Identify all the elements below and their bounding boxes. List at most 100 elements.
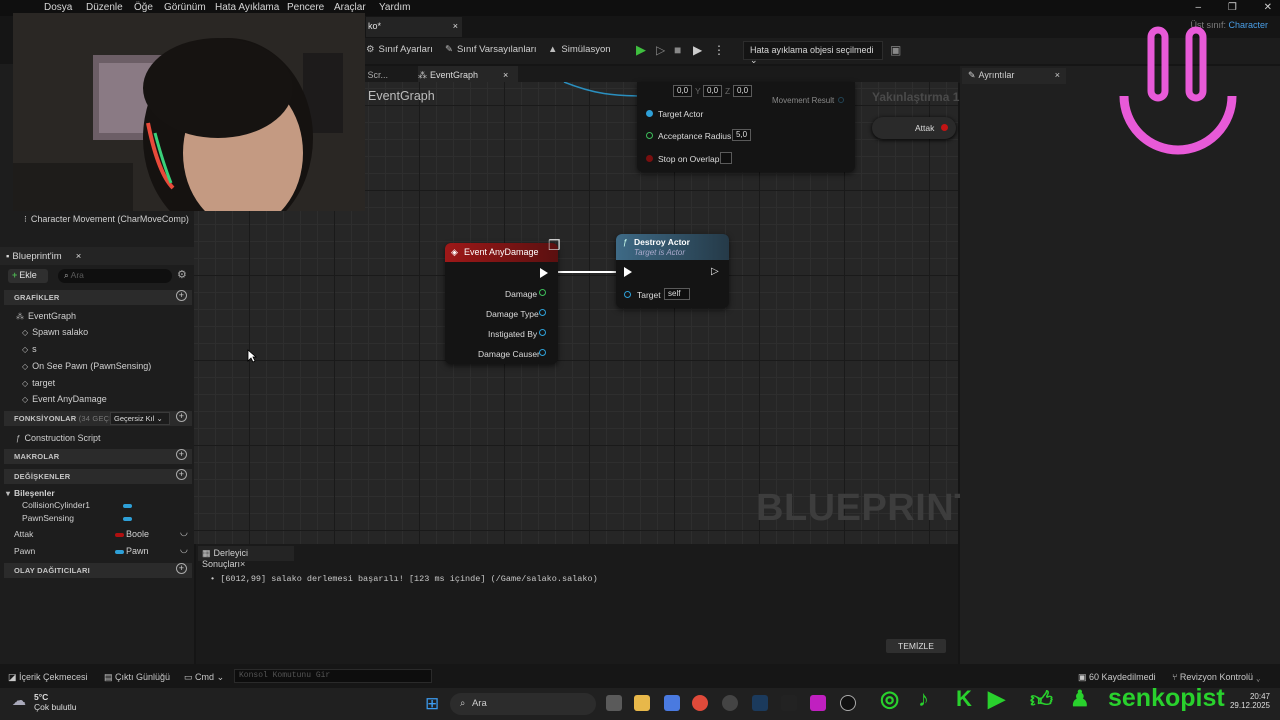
menu-file[interactable]: Dosya <box>44 2 72 13</box>
steam-icon[interactable] <box>752 695 768 711</box>
add-variable-icon[interactable]: + <box>176 469 187 480</box>
restore-button[interactable]: ❐ <box>1228 2 1237 13</box>
acceptance-radius-pin[interactable] <box>646 132 653 139</box>
variable-row[interactable]: PawnSensing <box>22 513 74 523</box>
task-view-icon[interactable] <box>606 695 622 711</box>
taskbar-clock[interactable]: 20:47 29.12.2025 <box>1224 692 1270 710</box>
destroy-actor-node[interactable]: ƒ Destroy Actor Target is Actor ▷ Target… <box>616 234 729 308</box>
my-blueprint-tab[interactable]: ▪ Blueprint'im × <box>6 251 81 262</box>
close-tab-icon[interactable]: × <box>1055 70 1060 80</box>
section-event-dispatchers[interactable]: OLAY DAĞITICILARI + <box>4 563 192 578</box>
variable-row[interactable]: CollisionCylinder1 <box>22 500 90 510</box>
step-icon[interactable]: ▷ <box>656 43 665 57</box>
windows-start-icon[interactable]: ⊞ <box>425 694 439 714</box>
section-macros[interactable]: MAKROLAR + <box>4 449 192 464</box>
variable-type[interactable]: Boole <box>126 529 149 539</box>
exec-output-pin[interactable]: ▷ <box>711 266 719 277</box>
unreal-icon[interactable] <box>840 695 856 711</box>
event-anydamage-node[interactable]: ◈ Event AnyDamage Damage Damage Type Ins… <box>445 243 558 364</box>
class-defaults-button[interactable]: ✎ Sınıf Varsayılanları <box>445 44 537 55</box>
chrome-icon[interactable] <box>692 695 708 711</box>
compiler-results-tab[interactable]: ▦ Derleyici Sonuçları× <box>198 546 294 569</box>
eject-icon[interactable]: ▶ <box>693 43 702 57</box>
close-tab-icon[interactable]: × <box>453 21 458 31</box>
weather-widget[interactable]: ☁ 5°C Çok bulutlu <box>8 692 77 712</box>
menu-view[interactable]: Görünüm <box>164 2 206 13</box>
class-settings-button[interactable]: ⚙ Sınıf Ayarları <box>366 44 433 55</box>
attak-variable-node[interactable]: Attak <box>872 117 956 139</box>
tree-item-function[interactable]: ƒ Construction Script <box>16 433 100 443</box>
epic-games-icon[interactable] <box>781 695 797 711</box>
menu-edit[interactable]: Düzenle <box>86 2 123 13</box>
stop-on-overlap-checkbox[interactable] <box>720 152 732 164</box>
tree-item-event[interactable]: ◇ On See Pawn (PawnSensing) <box>22 361 151 371</box>
add-graph-icon[interactable]: + <box>176 290 187 301</box>
coord-y-field[interactable]: 0,0 <box>703 85 723 97</box>
file-explorer-icon[interactable] <box>634 695 650 711</box>
minimize-button[interactable]: – <box>1196 2 1202 13</box>
taskbar-search[interactable]: ⌕ Ara <box>450 693 596 715</box>
exec-output-pin[interactable] <box>540 268 548 278</box>
close-tab-icon[interactable]: × <box>503 70 508 80</box>
menu-window[interactable]: Pencere <box>287 2 324 13</box>
settings-gear-icon[interactable]: ⚙ <box>177 268 187 281</box>
visibility-eye-icon[interactable]: ◡ <box>180 544 188 555</box>
damage-causer-pin[interactable] <box>539 349 546 356</box>
close-tab-icon[interactable]: × <box>240 559 245 569</box>
menu-help[interactable]: Yardım <box>379 2 411 13</box>
clear-button[interactable]: TEMİZLE <box>886 639 946 653</box>
override-dropdown[interactable]: Geçersiz Kıl ⌄ <box>110 412 170 425</box>
close-tab-icon[interactable]: × <box>76 251 82 262</box>
search-input[interactable]: ⌕ Ara <box>58 269 172 283</box>
menu-asset[interactable]: Öğe <box>134 2 153 13</box>
revision-control-button[interactable]: ⑂ Revizyon Kontrolü ⌄ <box>1172 672 1261 682</box>
target-value-field[interactable]: self <box>664 288 690 300</box>
stop-on-overlap-pin[interactable] <box>646 155 653 162</box>
console-input[interactable]: Konsol Komutunu Gir <box>234 669 432 683</box>
add-button[interactable]: + Ekle <box>8 269 48 283</box>
variable-row-attak[interactable]: Attak <box>14 529 33 539</box>
target-pin[interactable] <box>624 291 631 298</box>
menu-tools[interactable]: Araçlar <box>334 2 366 13</box>
damage-pin[interactable] <box>539 289 546 296</box>
tree-item-event[interactable]: ◇ s <box>22 344 37 354</box>
unsaved-button[interactable]: ▣ 60 Kaydedilmedi <box>1078 672 1156 683</box>
output-pin[interactable] <box>838 97 844 103</box>
app-icon[interactable] <box>810 695 826 711</box>
section-graphs[interactable]: GRAFİKLER + <box>4 290 192 305</box>
document-tab[interactable]: ko* × <box>366 17 462 37</box>
cmd-dropdown[interactable]: ▭ Cmd ⌄ <box>184 672 224 683</box>
content-drawer-button[interactable]: ◪ İçerik Çekmecesi <box>8 672 88 683</box>
add-dispatcher-icon[interactable]: + <box>176 563 187 574</box>
output-log-button[interactable]: ▤ Çıktı Günlüğü <box>104 672 170 683</box>
coord-z-field[interactable]: 0,0 <box>733 85 753 97</box>
acceptance-radius-field[interactable]: 5,0 <box>732 129 752 141</box>
simulation-button[interactable]: ▲ Simülasyon <box>548 44 611 55</box>
add-macro-icon[interactable]: + <box>176 449 187 460</box>
target-actor-pin[interactable] <box>646 110 653 117</box>
debug-object-select[interactable]: Hata ayıklama objesi seçilmedi ⌄ <box>743 41 883 65</box>
tree-item-eventgraph[interactable]: ⁂ EventGraph <box>16 311 76 321</box>
damage-type-pin[interactable] <box>539 309 546 316</box>
variable-row-pawn[interactable]: Pawn <box>14 546 35 556</box>
stop-icon[interactable]: ■ <box>674 43 681 57</box>
more-options-icon[interactable]: ⋮ <box>713 43 725 57</box>
app-icon[interactable] <box>722 695 738 711</box>
tree-item-event[interactable]: ◇ Event AnyDamage <box>22 394 107 404</box>
components-group[interactable]: ▾ Bileşenler <box>6 488 55 498</box>
add-function-icon[interactable]: + <box>176 411 187 422</box>
boolean-output-pin[interactable] <box>941 124 948 131</box>
visibility-eye-icon[interactable]: ◡ <box>180 527 188 538</box>
find-debug-icon[interactable]: ▣ <box>890 43 901 57</box>
store-icon[interactable] <box>664 695 680 711</box>
move-to-node[interactable]: 0,0 Y 0,0 Z 0,0 Movement Result Target A… <box>637 82 855 172</box>
close-window-button[interactable]: ✕ <box>1264 2 1272 13</box>
instigated-by-pin[interactable] <box>539 329 546 336</box>
tree-item-event[interactable]: ◇ Spawn salako <box>22 327 88 337</box>
details-tab[interactable]: ✎ Ayrıntılar × <box>962 68 1066 84</box>
section-variables[interactable]: DEĞİŞKENLER + <box>4 469 192 484</box>
exec-input-pin[interactable] <box>624 267 632 277</box>
coord-x-field[interactable]: 0,0 <box>673 85 693 97</box>
tree-item-event[interactable]: ◇ target <box>22 378 55 388</box>
play-icon[interactable]: ▶ <box>636 42 646 58</box>
